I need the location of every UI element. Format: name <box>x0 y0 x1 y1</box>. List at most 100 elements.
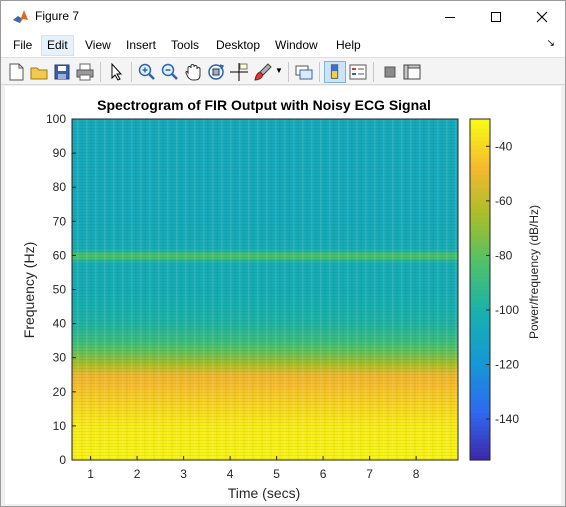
hide-plot-tools-icon[interactable] <box>379 61 401 83</box>
menu-file[interactable]: File <box>8 35 37 56</box>
y-tick-label: 90 <box>53 146 67 160</box>
colorbar-segment <box>470 366 490 372</box>
matlab-logo-icon <box>12 8 29 25</box>
pan-hand-icon[interactable] <box>182 61 204 83</box>
zoom-out-icon[interactable] <box>159 61 181 83</box>
menu-window[interactable]: Window <box>270 35 323 56</box>
colorbar-segment <box>470 357 490 363</box>
spectrogram-plot[interactable]: 1 2 3 4 5 6 7 80102030405060708090100 Spectrogr… <box>5 86 561 504</box>
y-tick-label: 100 <box>46 112 66 126</box>
maximize-icon <box>491 11 501 22</box>
colorbar-segment <box>470 315 490 320</box>
colorbar-segment <box>470 276 490 282</box>
colorbar-segment <box>470 332 490 337</box>
colorbar-segment <box>470 170 490 176</box>
close-icon <box>536 11 548 22</box>
colorbar-segment <box>470 217 490 222</box>
colorbar-segment <box>470 280 490 286</box>
show-plot-tools-icon[interactable] <box>401 61 423 83</box>
colorbar-segment <box>470 353 490 359</box>
colorbar-segment <box>470 430 490 436</box>
colorbar-segment <box>470 144 490 150</box>
y-tick-label: 80 <box>53 180 67 194</box>
window-title: Figure 7 <box>35 9 80 23</box>
new-figure-icon[interactable] <box>5 61 27 83</box>
colorbar-toggle-icon[interactable] <box>324 61 346 83</box>
figure-window: Figure 7 File Edit View Insert Tools Des… <box>0 0 566 507</box>
toolbar-separator <box>288 62 289 82</box>
maximize-button[interactable] <box>473 1 519 32</box>
menu-edit[interactable]: Edit <box>41 35 74 56</box>
colorbar-tick-label: -40 <box>495 139 513 153</box>
menu-view[interactable]: View <box>80 35 116 56</box>
colorbar-segment <box>470 165 490 171</box>
colorbar-segment <box>470 148 490 154</box>
colorbar-segment <box>470 178 490 184</box>
colorbar-segment <box>470 400 490 406</box>
minimize-button[interactable] <box>427 1 473 32</box>
colorbar-tick-label: -80 <box>495 248 513 262</box>
menu-insert[interactable]: Insert <box>121 35 161 56</box>
colorbar-segment <box>470 174 490 180</box>
y-tick-label: 0 <box>59 453 66 467</box>
edit-plot-arrow-icon[interactable] <box>105 61 127 83</box>
brush-icon[interactable] <box>252 61 274 83</box>
colorbar-segment <box>470 442 490 448</box>
colorbar-segment <box>470 195 490 201</box>
colorbar-segment <box>470 336 490 342</box>
colorbar-tick-label: -140 <box>495 412 519 426</box>
zoom-in-icon[interactable] <box>136 61 158 83</box>
colorbar-segment <box>470 425 490 431</box>
brush-dropdown-icon[interactable]: ▼ <box>275 66 283 75</box>
toolbar-separator <box>131 62 132 82</box>
y-axis-label: Frequency (Hz) <box>21 242 37 338</box>
colorbar-segment <box>470 242 490 248</box>
colorbar-segment <box>470 340 490 346</box>
y-tick-label: 20 <box>53 385 67 399</box>
x-tick-label: 4 <box>227 467 234 481</box>
y-tick-label: 60 <box>53 248 67 262</box>
colorbar-segment <box>470 123 490 129</box>
x-tick-label: 3 <box>180 467 187 481</box>
print-icon[interactable] <box>74 61 96 83</box>
legend-toggle-icon[interactable] <box>347 61 369 83</box>
colorbar-segment <box>470 413 490 418</box>
colorbar-segment <box>470 383 490 389</box>
colorbar-tick-label: -60 <box>495 194 513 208</box>
x-tick-label: 5 <box>273 467 280 481</box>
colorbar-segment <box>470 246 490 252</box>
x-tick-label: 7 <box>366 467 373 481</box>
menu-help[interactable]: Help <box>331 35 366 56</box>
save-icon[interactable] <box>51 61 73 83</box>
link-plot-icon[interactable] <box>293 61 315 83</box>
colorbar-segment <box>470 306 490 312</box>
rotate-3d-icon[interactable] <box>205 61 227 83</box>
colorbar-segment <box>470 374 490 380</box>
y-tick-label: 50 <box>53 283 67 297</box>
colorbar-segment <box>470 225 490 231</box>
toolbar-separator <box>319 62 320 82</box>
menu-desktop[interactable]: Desktop <box>211 35 265 56</box>
colorbar-segment <box>470 447 490 453</box>
title-bar[interactable]: Figure 7 <box>1 1 565 32</box>
open-file-icon[interactable] <box>28 61 50 83</box>
data-cursor-icon[interactable] <box>228 61 250 83</box>
colorbar-segment <box>470 396 490 401</box>
colorbar-segment <box>470 157 490 163</box>
toolbar-separator <box>373 62 374 82</box>
colorbar-segment <box>470 344 490 350</box>
chart-title: Spectrogram of FIR Output with Noisy ECG… <box>97 97 431 113</box>
colorbar-segment <box>470 259 490 265</box>
colorbar-segment <box>470 136 490 141</box>
colorbar-segment <box>470 221 490 227</box>
figure-canvas: 1 2 3 4 5 6 7 8 0 10 20 30 40 50 60 70 80 90 100 Spectrogr… <box>5 86 561 504</box>
dock-figure-icon[interactable]: ↘ <box>547 38 555 49</box>
colorbar-label: Power/frequency (dB/Hz) <box>527 205 541 339</box>
colorbar-segment <box>470 438 490 444</box>
colorbar-tick-label: -100 <box>495 303 519 317</box>
colorbar-segment <box>470 349 490 355</box>
colorbar-segment <box>470 153 490 158</box>
menu-tools[interactable]: Tools <box>166 35 204 56</box>
close-button[interactable] <box>519 1 565 32</box>
colorbar-segment <box>470 187 490 193</box>
